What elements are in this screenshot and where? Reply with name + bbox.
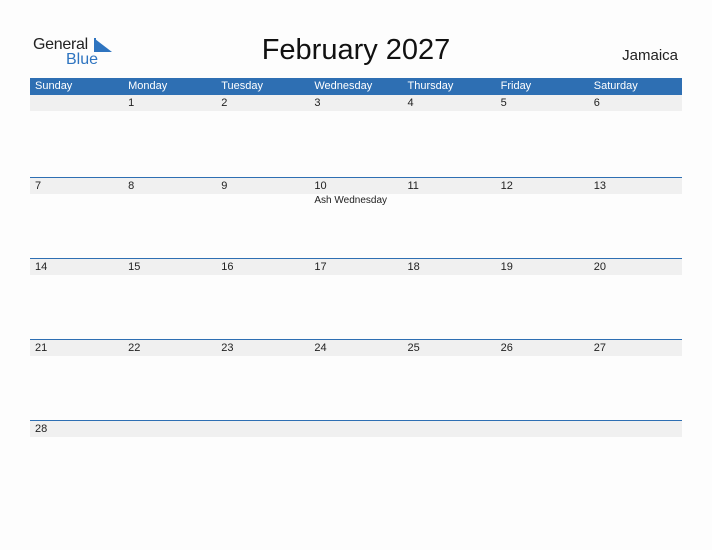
day-number: 3 [314,97,321,109]
weekday-monday: Monday [128,80,168,92]
day-number: 17 [314,261,327,273]
weekday-friday: Friday [500,80,532,92]
day-number: 15 [128,261,141,273]
week-row: 28 [30,420,682,437]
week-row: 1 2 3 4 5 6 [30,95,682,111]
day-number [589,421,682,437]
day-number: 22 [128,342,141,354]
date-number-row: 1 2 3 4 5 6 [30,95,682,111]
day-number: 28 [35,423,48,435]
day-number: 27 [593,342,606,354]
day-number: 14 [35,261,48,273]
day-number: 10 [314,180,327,192]
day-number [496,421,589,437]
day-number: 2 [221,97,228,109]
day-number [216,421,309,437]
day-number: 9 [221,180,228,192]
day-number: 13 [593,180,606,192]
day-number: 12 [500,180,513,192]
day-event [589,194,682,208]
day-number [309,421,402,437]
page-title: February 2027 [261,34,451,66]
day-number: 8 [128,180,135,192]
day-number: 25 [407,342,420,354]
day-number: 20 [593,261,606,273]
date-number-row: 21 22 23 24 25 26 27 [30,340,682,356]
weekday-thursday: Thursday [407,80,454,92]
day-number: 26 [500,342,513,354]
day-event: Ash Wednesday [314,195,388,206]
day-number: 19 [500,261,513,273]
day-number: 21 [35,342,48,354]
weekday-saturday: Saturday [593,80,638,92]
day-number: 7 [35,180,42,192]
day-number: 11 [407,180,419,192]
date-number-row: 14 15 16 17 18 19 20 [30,259,682,275]
week-row: 7 8 9 10 11 12 13 Ash Wednesday [30,177,682,208]
day-number: 24 [314,342,327,354]
day-event [123,194,216,208]
day-number [403,421,496,437]
day-number: 23 [221,342,234,354]
day-number [30,95,123,111]
day-number: 5 [500,97,507,109]
event-row: Ash Wednesday [30,194,682,208]
weekday-sunday: Sunday [35,80,73,92]
country-label: Jamaica [622,47,678,64]
day-event [216,194,309,208]
weekday-header: Sunday Monday Tuesday Wednesday Thursday… [30,78,682,95]
day-number: 6 [593,97,600,109]
day-number: 18 [407,261,420,273]
day-event [403,194,496,208]
weekday-tuesday: Tuesday [221,80,264,92]
day-event [496,194,589,208]
day-event [30,194,123,208]
day-number: 1 [128,97,135,109]
weekday-wednesday: Wednesday [314,80,373,92]
day-number: 4 [407,97,414,109]
week-row: 14 15 16 17 18 19 20 [30,258,682,275]
date-number-row: 28 [30,421,682,437]
day-number [123,421,216,437]
week-row: 21 22 23 24 25 26 27 [30,339,682,356]
day-number: 16 [221,261,234,273]
date-number-row: 7 8 9 10 11 12 13 [30,178,682,194]
